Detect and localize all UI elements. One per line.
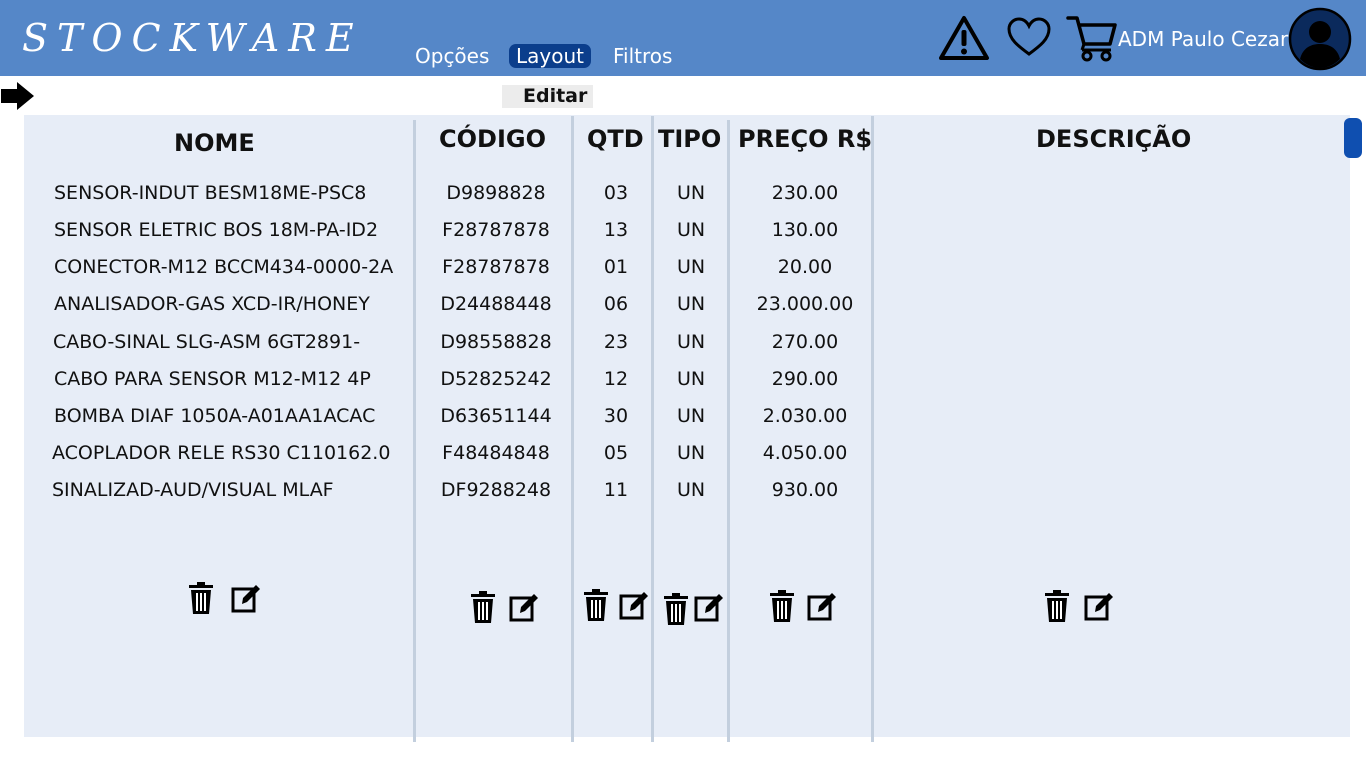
warning-triangle-icon[interactable] (938, 14, 990, 62)
cell-name: SENSOR ELETRIC BOS 18M-PA-ID2 (54, 219, 379, 241)
nav-options[interactable]: Opções (415, 44, 489, 68)
cell-price: 130.00 (771, 219, 839, 241)
user-name[interactable]: ADM Paulo Cezar (1118, 26, 1288, 52)
cell-price: 930.00 (771, 479, 839, 501)
column-header-type[interactable]: TIPO (658, 124, 721, 154)
cell-code: DF9288248 (440, 479, 552, 501)
cell-name: SENSOR-INDUT BESM18ME-PSC8 (54, 182, 367, 204)
cell-qty: 30 (603, 405, 629, 427)
column-header-code[interactable]: CÓDIGO (439, 124, 546, 154)
cell-qty: 06 (603, 293, 629, 315)
cell-name: ACOPLADOR RELE RS30 C110162.0 (52, 442, 391, 464)
cell-code: F28787878 (442, 256, 550, 278)
cell-qty: 12 (603, 368, 629, 390)
column-divider (651, 116, 654, 742)
cell-price: 290.00 (771, 368, 839, 390)
edit-pencil-icon[interactable] (807, 589, 837, 623)
trash-icon[interactable] (661, 592, 691, 626)
cell-name: SINALIZAD-AUD/VISUAL MLAF (52, 479, 334, 501)
cell-qty: 03 (603, 182, 629, 204)
cell-name: ANALISADOR-GAS XCD-IR/HONEY (54, 293, 370, 315)
cell-code: F48484848 (442, 442, 550, 464)
scrollbar-thumb[interactable] (1344, 118, 1362, 158)
trash-icon[interactable] (468, 590, 498, 624)
top-bar: STOCKWARE Opções Layout Filtros ADM Paul… (0, 0, 1366, 76)
cell-name: BOMBA DIAF 1050A-A01AA1ACAC (54, 405, 376, 427)
cell-type: UN (676, 182, 706, 204)
cell-qty: 05 (603, 442, 629, 464)
trash-icon[interactable] (1042, 589, 1072, 623)
cell-code: D63651144 (440, 405, 552, 427)
trash-icon[interactable] (186, 581, 216, 615)
trash-icon[interactable] (767, 589, 797, 623)
cell-qty: 01 (603, 256, 629, 278)
cell-type: UN (676, 256, 706, 278)
cell-qty: 11 (603, 479, 629, 501)
column-header-qty[interactable]: QTD (587, 124, 644, 154)
cell-price: 20.00 (777, 256, 833, 278)
cell-type: UN (676, 331, 706, 353)
nav-layout[interactable]: Layout (509, 44, 591, 68)
cell-type: UN (676, 368, 706, 390)
cell-price: 4.050.00 (762, 442, 848, 464)
cell-type: UN (676, 442, 706, 464)
cell-type: UN (676, 219, 706, 241)
trash-icon[interactable] (581, 588, 611, 622)
edit-pencil-icon[interactable] (1084, 589, 1114, 623)
cell-code: D52825242 (440, 368, 552, 390)
column-divider (871, 116, 874, 742)
column-header-name[interactable]: NOME (174, 128, 255, 158)
app-logo: STOCKWARE (22, 16, 363, 60)
cell-name: CABO-SINAL SLG-ASM 6GT2891- (53, 331, 361, 353)
user-avatar-icon[interactable] (1288, 7, 1352, 71)
nav-filters[interactable]: Filtros (613, 44, 672, 68)
cell-name: CABO PARA SENSOR M12-M12 4P (54, 368, 371, 390)
cell-type: UN (676, 479, 706, 501)
cell-code: D9898828 (446, 182, 546, 204)
shopping-cart-icon[interactable] (1066, 14, 1118, 62)
edit-tab[interactable]: Editar (502, 85, 593, 108)
column-header-price[interactable]: PREÇO R$ (738, 124, 872, 154)
column-divider (413, 120, 416, 742)
cell-price: 270.00 (771, 331, 839, 353)
cell-code: D98558828 (440, 331, 552, 353)
cell-qty: 13 (603, 219, 629, 241)
column-divider (727, 120, 730, 742)
column-divider (571, 116, 574, 742)
edit-pencil-icon[interactable] (694, 590, 724, 624)
cell-price: 23.000.00 (756, 293, 854, 315)
cell-code: D24488448 (440, 293, 552, 315)
cell-type: UN (676, 405, 706, 427)
edit-pencil-icon[interactable] (619, 588, 649, 622)
heart-icon[interactable] (1006, 16, 1052, 58)
cell-code: F28787878 (442, 219, 550, 241)
column-header-description[interactable]: DESCRIÇÃO (1036, 124, 1191, 154)
edit-pencil-icon[interactable] (509, 590, 539, 624)
edit-pencil-icon[interactable] (231, 581, 261, 615)
cell-type: UN (676, 293, 706, 315)
arrow-right-icon[interactable] (0, 80, 36, 112)
cell-name: CONECTOR-M12 BCCM434-0000-2A (54, 256, 394, 278)
cell-qty: 23 (603, 331, 629, 353)
cell-price: 230.00 (771, 182, 839, 204)
cell-price: 2.030.00 (762, 405, 848, 427)
